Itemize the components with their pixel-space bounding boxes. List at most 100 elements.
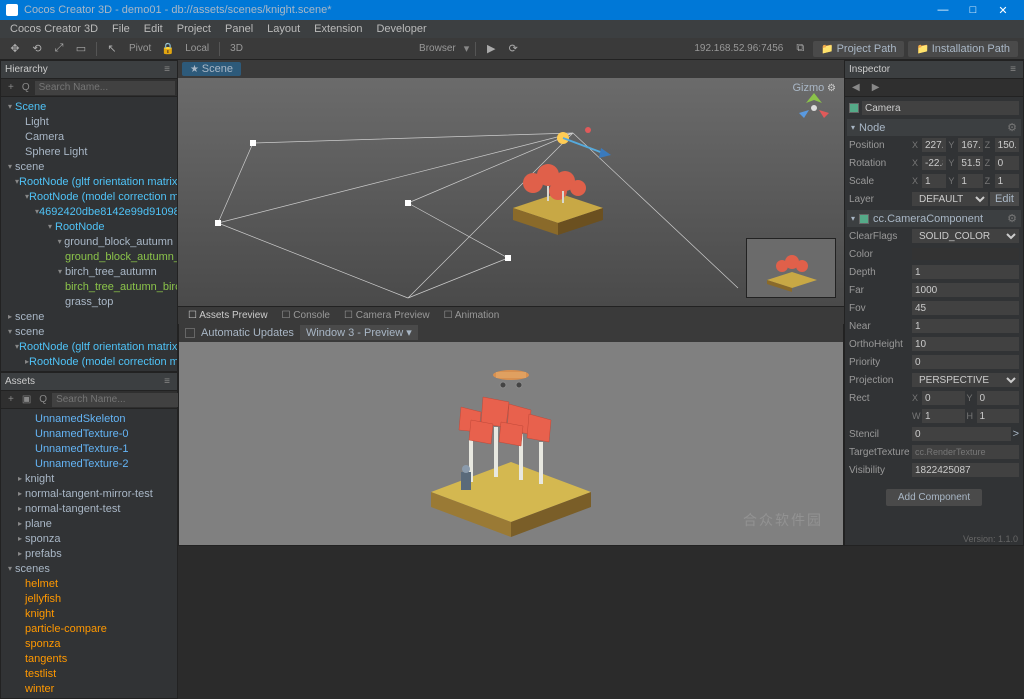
pos-z[interactable]: [995, 138, 1019, 152]
tree-node[interactable]: Camera: [1, 129, 177, 144]
rect-x[interactable]: [922, 391, 965, 405]
refresh-icon[interactable]: ⟳: [504, 41, 522, 57]
orthoheight-field[interactable]: [912, 337, 1019, 351]
scale-y[interactable]: [958, 174, 982, 188]
browser-select[interactable]: Browser: [415, 43, 460, 54]
tree-node[interactable]: knight: [1, 606, 177, 621]
tab-animation[interactable]: ☐ Animation: [438, 309, 506, 322]
close-button[interactable]: ✕: [988, 4, 1018, 17]
scene-3d-view[interactable]: Gizmo ⚙: [178, 78, 844, 306]
tree-node[interactable]: jellyfish: [1, 591, 177, 606]
tree-node[interactable]: sponza: [1, 636, 177, 651]
tree-node[interactable]: particle-compare: [1, 621, 177, 636]
prev-icon[interactable]: ◀: [849, 82, 863, 93]
maximize-button[interactable]: □: [958, 4, 988, 16]
menu-file[interactable]: File: [106, 22, 136, 36]
panel-menu-icon[interactable]: ≡: [161, 376, 173, 387]
tree-node[interactable]: ▸normal-tangent-mirror-test: [1, 486, 177, 501]
component-enabled-checkbox[interactable]: [859, 214, 869, 224]
tree-node[interactable]: UnnamedTexture-1: [1, 441, 177, 456]
pos-x[interactable]: [922, 138, 946, 152]
assets-search-input[interactable]: [52, 393, 192, 407]
tree-node[interactable]: ▸scene: [1, 309, 177, 324]
menu-developer[interactable]: Developer: [370, 22, 432, 36]
project-path-button[interactable]: 📁 Project Path: [813, 41, 904, 57]
tree-node[interactable]: ▾scenes: [1, 561, 177, 576]
panel-menu-icon[interactable]: ≡: [1007, 64, 1019, 75]
local-label[interactable]: Local: [181, 43, 213, 54]
scale-z[interactable]: [995, 174, 1019, 188]
move-tool-icon[interactable]: ✥: [6, 41, 24, 57]
add-icon[interactable]: +: [5, 82, 17, 93]
tree-node[interactable]: birch_tree_autumn_birch_red_: [1, 279, 177, 294]
camera-enabled-checkbox[interactable]: [849, 103, 859, 113]
rot-x[interactable]: [922, 156, 946, 170]
color-chip[interactable]: [912, 248, 1019, 260]
tree-node[interactable]: ▾Scene: [1, 99, 177, 114]
target-texture-field[interactable]: [912, 445, 1019, 459]
tree-node[interactable]: ▾RootNode (gltf orientation matrix): [1, 174, 177, 189]
next-icon[interactable]: ▶: [869, 82, 883, 93]
rot-z[interactable]: [995, 156, 1019, 170]
hierarchy-tree[interactable]: ▾SceneLightCameraSphere Light▾scene▾Root…: [1, 97, 177, 371]
auto-update-checkbox[interactable]: [185, 328, 195, 338]
rect-h[interactable]: [977, 409, 1020, 423]
add-icon[interactable]: +: [5, 394, 17, 405]
tree-node[interactable]: ▾scene: [1, 159, 177, 174]
add-component-button[interactable]: Add Component: [886, 489, 982, 506]
tab-camera-preview[interactable]: ☐ Camera Preview: [338, 309, 436, 322]
tree-node[interactable]: UnnamedSkeleton: [1, 411, 177, 426]
rot-y[interactable]: [958, 156, 982, 170]
stencil-field[interactable]: [912, 427, 1011, 441]
tree-node[interactable]: ▸normal-tangent-test: [1, 501, 177, 516]
tree-node[interactable]: tangents: [1, 651, 177, 666]
tree-node[interactable]: UnnamedTexture-2: [1, 456, 177, 471]
scene-tab[interactable]: ★ Scene: [182, 62, 241, 76]
search-icon[interactable]: Q: [36, 394, 50, 405]
lock-icon[interactable]: 🔒: [159, 41, 177, 57]
install-path-button[interactable]: 📁 Installation Path: [908, 41, 1018, 57]
copy-icon[interactable]: ⧉: [791, 41, 809, 57]
near-field[interactable]: [912, 319, 1019, 333]
node-section-header[interactable]: ▾Node⚙: [847, 119, 1021, 136]
menu-extension[interactable]: Extension: [308, 22, 368, 36]
scale-x[interactable]: [922, 174, 946, 188]
rect-y[interactable]: [977, 391, 1020, 405]
assets-tree[interactable]: UnnamedSkeletonUnnamedTexture-0UnnamedTe…: [1, 409, 177, 698]
tab-assets-preview[interactable]: ☐ Assets Preview: [182, 309, 274, 322]
tree-node[interactable]: UnnamedTexture-0: [1, 426, 177, 441]
layer-select[interactable]: DEFAULT: [912, 192, 988, 206]
tree-node[interactable]: ▾4692420dbe8142e99d91098b0c2b30ff: [1, 204, 177, 219]
camera-component-header[interactable]: ▾cc.CameraComponent⚙: [847, 210, 1021, 227]
menu-cocos-creator-3d[interactable]: Cocos Creator 3D: [4, 22, 104, 36]
pointer-icon[interactable]: ↖: [103, 41, 121, 57]
tree-node[interactable]: Light: [1, 114, 177, 129]
menu-project[interactable]: Project: [171, 22, 217, 36]
clearflags-select[interactable]: SOLID_COLOR: [912, 229, 1019, 243]
toggle-icon[interactable]: ▣: [19, 394, 34, 405]
visibility-field[interactable]: [912, 463, 1019, 477]
tree-node[interactable]: ground_block_autumn_autumn_t: [1, 249, 177, 264]
tree-node[interactable]: ▾RootNode: [1, 219, 177, 234]
tree-node[interactable]: helmet: [1, 576, 177, 591]
preview-window-select[interactable]: Window 3 - Preview ▾: [300, 325, 418, 340]
priority-field[interactable]: [912, 355, 1019, 369]
pos-y[interactable]: [958, 138, 982, 152]
tree-node[interactable]: ▸sponza: [1, 531, 177, 546]
scale-tool-icon[interactable]: ⤢: [50, 41, 68, 57]
tree-node[interactable]: grass_top: [1, 294, 177, 309]
tree-node[interactable]: Sphere Light: [1, 144, 177, 159]
tree-node[interactable]: ▾birch_tree_autumn: [1, 264, 177, 279]
tree-node[interactable]: ▾ground_block_autumn: [1, 234, 177, 249]
rect-w[interactable]: [922, 409, 965, 423]
search-icon[interactable]: Q: [19, 82, 33, 93]
depth-field[interactable]: [912, 265, 1019, 279]
mode-3d[interactable]: 3D: [226, 43, 247, 54]
tree-node[interactable]: winter: [1, 681, 177, 696]
hierarchy-search-input[interactable]: [35, 81, 175, 95]
panel-menu-icon[interactable]: ≡: [161, 64, 173, 75]
projection-select[interactable]: PERSPECTIVE: [912, 373, 1019, 387]
minimize-button[interactable]: —: [928, 4, 958, 16]
tree-node[interactable]: ▸plane: [1, 516, 177, 531]
tree-node[interactable]: ▾scene: [1, 324, 177, 339]
